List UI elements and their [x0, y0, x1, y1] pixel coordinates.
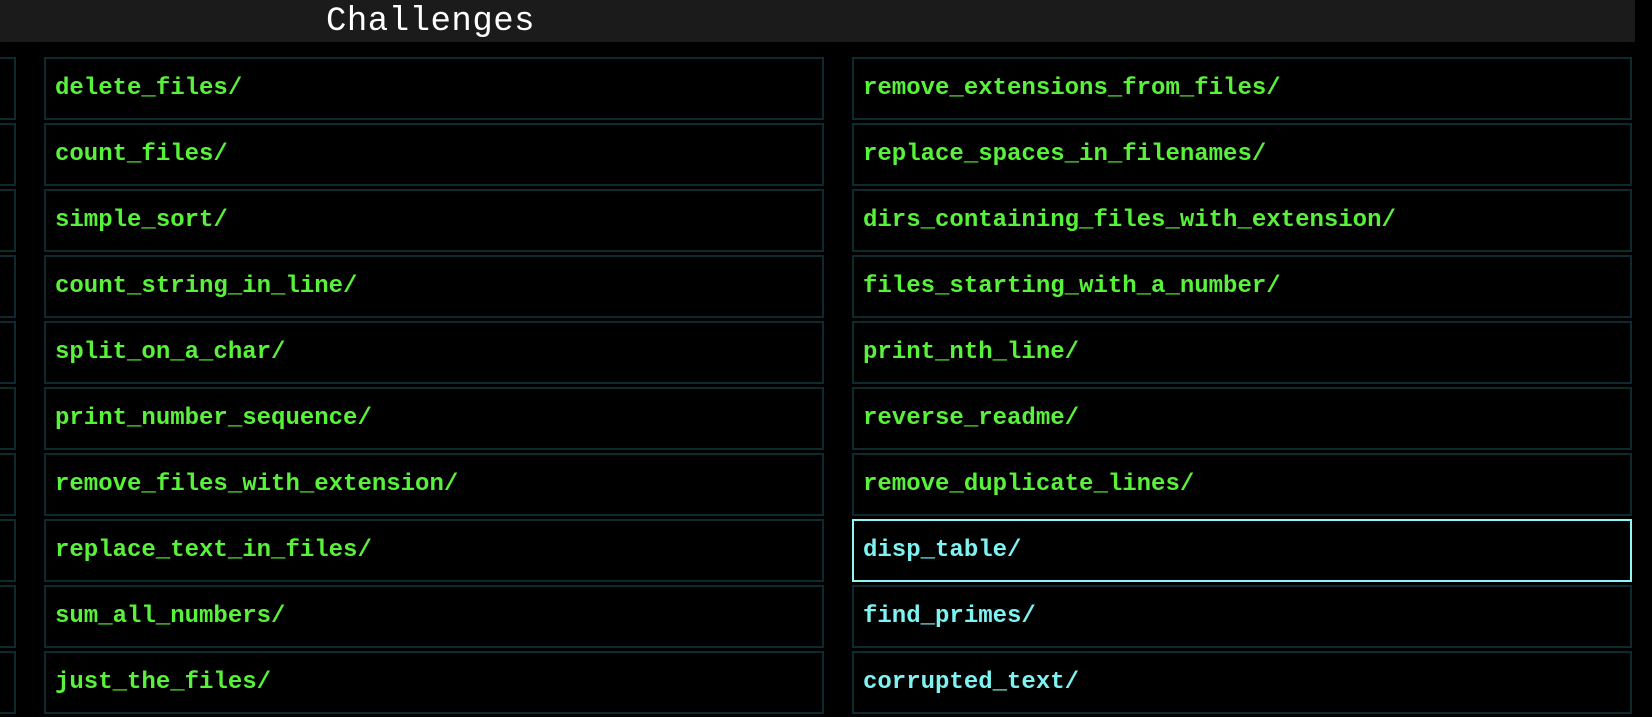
challenge-link[interactable]: split_on_a_char/: [44, 321, 824, 384]
challenge-link-selected[interactable]: disp_table/: [852, 519, 1632, 582]
challenge-link[interactable]: count_files/: [44, 123, 824, 186]
left-edge-cell: [0, 651, 16, 714]
challenge-link[interactable]: corrupted_text/: [852, 651, 1632, 714]
challenge-link[interactable]: reverse_readme/: [852, 387, 1632, 450]
challenge-list-right: remove_extensions_from_files/ replace_sp…: [852, 57, 1632, 717]
challenge-link[interactable]: remove_files_with_extension/: [44, 453, 824, 516]
challenge-link[interactable]: delete_files/: [44, 57, 824, 120]
left-edge-cell: [0, 453, 16, 516]
challenge-link[interactable]: find_primes/: [852, 585, 1632, 648]
challenge-link[interactable]: files_starting_with_a_number/: [852, 255, 1632, 318]
challenge-link[interactable]: simple_sort/: [44, 189, 824, 252]
challenge-link[interactable]: remove_extensions_from_files/: [852, 57, 1632, 120]
left-edge-cell: [0, 585, 16, 648]
header-bar: Challenges: [0, 0, 1635, 42]
left-edge-cell: [0, 519, 16, 582]
challenge-link[interactable]: replace_text_in_files/: [44, 519, 824, 582]
page-title: Challenges: [326, 3, 536, 41]
left-edge-cell: [0, 189, 16, 252]
left-edge-cell: [0, 321, 16, 384]
challenge-link[interactable]: print_nth_line/: [852, 321, 1632, 384]
challenge-list-left: delete_files/ count_files/ simple_sort/ …: [44, 57, 824, 717]
left-edge-cell: [0, 123, 16, 186]
challenge-link[interactable]: sum_all_numbers/: [44, 585, 824, 648]
left-edge-column: [0, 57, 16, 717]
challenge-link[interactable]: remove_duplicate_lines/: [852, 453, 1632, 516]
challenge-link[interactable]: count_string_in_line/: [44, 255, 824, 318]
challenge-link[interactable]: just_the_files/: [44, 651, 824, 714]
left-edge-cell: [0, 57, 16, 120]
challenge-link[interactable]: replace_spaces_in_filenames/: [852, 123, 1632, 186]
challenge-link[interactable]: print_number_sequence/: [44, 387, 824, 450]
left-edge-cell: [0, 255, 16, 318]
left-edge-cell: [0, 387, 16, 450]
challenge-link[interactable]: dirs_containing_files_with_extension/: [852, 189, 1632, 252]
